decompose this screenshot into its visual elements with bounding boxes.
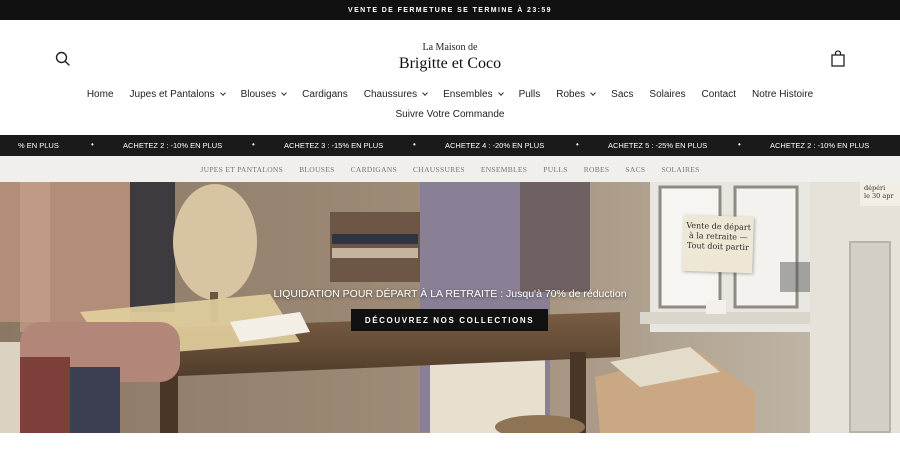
door-sign: dépéri le 30 apr [860,182,900,206]
nav-item-pulls[interactable]: Pulls [519,89,541,100]
nav-item-label: Ensembles [443,88,493,100]
announcement-bar: VENTE DE FERMETURE SE TERMINE À 23:59 [0,0,900,20]
door-sign-line-1: dépéri [864,184,886,192]
category-link-blouses[interactable]: BLOUSES [299,165,334,174]
ticker-item: ACHETEZ 3 : -15% EN PLUS [284,141,384,150]
shopping-bag-icon [831,50,845,67]
nav-item-cardigans[interactable]: Cardigans [302,89,348,100]
category-link-jupes-et-pantalons[interactable]: JUPES ET PANTALONS [200,165,283,174]
ticker-separator: • [576,140,579,149]
nav-item-label: Notre Histoire [752,88,814,100]
chevron-down-icon [219,89,226,96]
ticker-item: % EN PLUS [18,141,59,150]
nav-item-label: Chaussures [363,88,418,100]
hero-headline: LIQUIDATION POUR DÉPART À LA RETRAITE : … [273,288,627,300]
logo-line-2: Brigitte et Coco [398,55,502,72]
nav-item-chaussures[interactable]: Chaussures [363,88,428,100]
logo-line-1: La Maison de [422,42,478,53]
sign-line-3: Tout doit partir [686,240,750,253]
nav-item-ensembles[interactable]: Ensembles [443,88,504,100]
search-button[interactable] [54,50,72,68]
site-logo[interactable]: La Maison de Brigitte et Coco [360,42,540,74]
category-link-pulls[interactable]: PULLS [543,165,567,174]
ticker-item: ACHETEZ 5 : -25% EN PLUS [608,141,708,150]
hero-banner: Vente de départ à la retraite — Tout doi… [0,182,900,433]
door-sign-line-2: le 30 apr [864,192,894,200]
category-link-sacs[interactable]: SACS [625,165,645,174]
cart-button[interactable] [829,50,847,68]
nav-item-contact[interactable]: Contact [702,89,736,100]
category-strip: JUPES ET PANTALONS BLOUSES CARDIGANS CHAUSS… [0,156,900,182]
retirement-sale-sign: Vente de départ à la retraite — Tout doi… [682,214,754,274]
nav-row-secondary: Suivre Votre Commande [0,106,900,122]
nav-item-home[interactable]: Home [87,89,114,100]
ticker-item: ACHETEZ 2 : -10% EN PLUS [123,141,223,150]
nav-item-label: Solaires [649,88,686,100]
promo-ticker: % EN PLUS ACHETEZ 2 : -10% EN PLUS ACHETEZ… [0,135,900,156]
site-header: La Maison de Brigitte et Coco Home Jupes … [0,20,900,135]
nav-item-label: Home [86,88,114,100]
category-link-robes[interactable]: ROBES [584,165,610,174]
ticker-separator: • [413,140,416,149]
chevron-down-icon [281,89,287,96]
announcement-text: VENTE DE FERMETURE SE TERMINE À 23:59 [348,6,552,14]
nav-item-label: Blouses [240,88,277,100]
nav-item-label: Robes [556,88,586,100]
chevron-down-icon [497,89,504,96]
main-nav: Home Jupes et Pantalons Blouses Cardigans Ch… [0,86,900,122]
nav-item-jupes-et-pantalons[interactable]: Jupes et Pantalons [129,88,226,100]
nav-item-label: Suivre Votre Commande [395,108,505,120]
ticker-item: ACHETEZ 4 : -20% EN PLUS [445,141,545,150]
hero-background-image [0,182,900,433]
nav-item-blouses[interactable]: Blouses [241,89,287,100]
category-link-cardigans[interactable]: CARDIGANS [351,165,397,174]
discover-collections-button[interactable]: DÉCOUVREZ NOS COLLECTIONS [351,309,548,331]
category-link-chaussures[interactable]: CHAUSSURES [413,165,465,174]
ticker-item: ACHETEZ 2 : -10% EN PLUS [770,141,870,150]
nav-item-solaires[interactable]: Solaires [649,89,685,100]
nav-item-label: Pulls [518,88,541,100]
search-icon [55,51,70,66]
nav-item-label: Jupes et Pantalons [129,88,215,100]
nav-item-notre-histoire[interactable]: Notre Histoire [752,89,813,100]
category-link-solaires[interactable]: SOLAIRES [661,165,699,174]
nav-item-suivre-votre-commande[interactable]: Suivre Votre Commande [396,109,505,120]
nav-item-robes[interactable]: Robes [556,88,597,100]
nav-item-sacs[interactable]: Sacs [611,89,633,100]
chevron-down-icon [422,89,428,96]
ticker-separator: • [738,140,741,149]
ticker-separator: • [91,140,94,149]
nav-item-label: Cardigans [302,88,348,100]
nav-item-label: Sacs [611,88,634,100]
nav-row-primary: Home Jupes et Pantalons Blouses Cardigans Ch… [0,86,900,102]
category-link-ensembles[interactable]: ENSEMBLES [481,165,527,174]
ticker-separator: • [252,140,255,149]
nav-item-label: Contact [701,88,737,100]
chevron-down-icon [590,89,597,96]
